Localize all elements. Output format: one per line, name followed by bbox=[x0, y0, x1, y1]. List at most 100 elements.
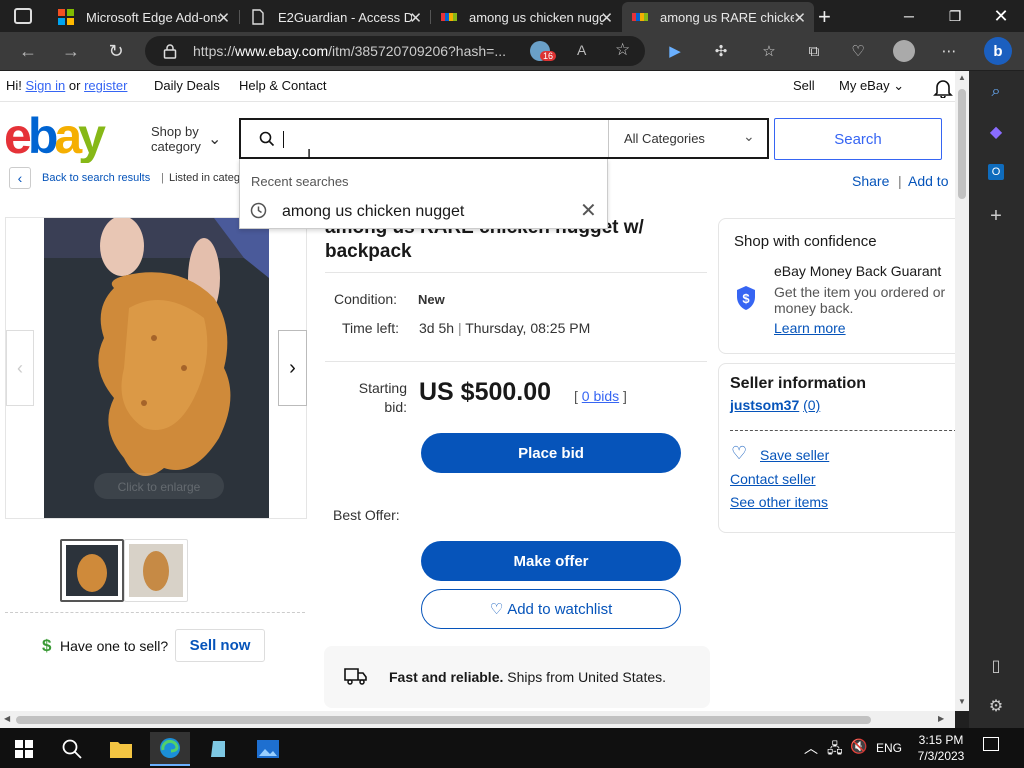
search-input[interactable]: All Categories ⌄ bbox=[239, 118, 769, 159]
seller-name-link[interactable]: justsom37 bbox=[730, 397, 799, 413]
tab-edge-addons[interactable]: Microsoft Edge Add-ons ✕ bbox=[48, 4, 238, 30]
profile-avatar-icon[interactable] bbox=[893, 40, 915, 62]
bing-copilot-icon[interactable]: b bbox=[984, 37, 1012, 65]
scroll-right-icon[interactable]: ▶ bbox=[938, 714, 944, 723]
bids-link[interactable]: 0 bids bbox=[582, 388, 619, 404]
share-link[interactable]: Share bbox=[852, 173, 889, 189]
collections-icon[interactable]: ⧉ bbox=[803, 40, 825, 62]
search-button[interactable]: Search bbox=[774, 118, 942, 160]
ebay-page: Hi! Sign in or register Daily Deals Help… bbox=[0, 71, 955, 711]
sell-now-button[interactable]: Sell now bbox=[175, 629, 265, 662]
scroll-up-icon[interactable]: ▲ bbox=[958, 73, 966, 82]
see-other-items-link[interactable]: See other items bbox=[730, 494, 828, 510]
my-ebay-menu[interactable]: My eBay ⌄ bbox=[839, 78, 904, 94]
recent-searches-dropdown: Recent searches among us chicken nugget … bbox=[239, 159, 608, 229]
seller-info-card: Seller information justsom37 (0) ♡ Save … bbox=[718, 363, 955, 533]
tab-actions-icon[interactable] bbox=[14, 8, 32, 24]
place-bid-button[interactable]: Place bid bbox=[421, 433, 681, 473]
search-icon[interactable] bbox=[52, 732, 92, 766]
shop-confidence-card: Shop with confidence $ eBay Money Back G… bbox=[718, 218, 955, 354]
settings-gear-icon[interactable]: ⚙ bbox=[983, 693, 1009, 719]
close-tab-icon[interactable]: ✕ bbox=[793, 9, 806, 27]
network-icon[interactable]: 🖧 bbox=[827, 738, 843, 762]
thumbnail-2[interactable] bbox=[124, 539, 188, 602]
windows-start-icon[interactable] bbox=[4, 732, 44, 766]
daily-deals-link[interactable]: Daily Deals bbox=[154, 78, 220, 93]
tab-title: E2Guardian - Access De bbox=[278, 9, 412, 25]
sidebar-layout-icon[interactable]: ▯ bbox=[983, 653, 1009, 679]
vertical-scrollbar[interactable]: ▲ ▼ bbox=[955, 71, 969, 711]
ebay-logo[interactable]: ebay bbox=[4, 111, 124, 163]
add-sidebar-app-icon[interactable]: + bbox=[983, 203, 1009, 229]
scroll-left-icon[interactable]: ◀ bbox=[4, 714, 10, 723]
sell-link[interactable]: Sell bbox=[793, 78, 815, 93]
extensions-puzzle-icon[interactable]: ✣ bbox=[710, 40, 732, 62]
volume-muted-icon[interactable]: 🔇 bbox=[850, 738, 867, 755]
search-icon[interactable]: ⌕ bbox=[983, 79, 1009, 105]
shop-by-category-button[interactable]: Shop by category bbox=[151, 124, 201, 154]
listing-title-line-2: backpack bbox=[325, 241, 412, 262]
tab-ebay-listing-active[interactable]: among us RARE chicken ✕ bbox=[622, 2, 814, 32]
end-time: Thursday, 08:25 PM bbox=[465, 320, 591, 336]
shopping-icon[interactable]: ◆ bbox=[983, 119, 1009, 145]
close-window-icon[interactable]: ✕ bbox=[978, 0, 1024, 32]
seller-info-title: Seller information bbox=[730, 375, 867, 392]
edge-browser-icon[interactable] bbox=[150, 732, 190, 766]
restore-icon[interactable]: ❐ bbox=[932, 0, 978, 32]
gallery-next-button[interactable]: › bbox=[278, 330, 307, 406]
tab-title: among us RARE chicken bbox=[660, 9, 794, 25]
category-select[interactable]: All Categories bbox=[624, 131, 705, 146]
refresh-icon[interactable]: ↻ bbox=[103, 39, 129, 63]
add-to-watchlist-link[interactable]: Add to bbox=[908, 173, 948, 189]
back-to-search-link[interactable]: Back to search results bbox=[42, 172, 150, 184]
register-link[interactable]: register bbox=[84, 78, 127, 93]
favorites-icon[interactable]: ☆ bbox=[758, 40, 780, 62]
favorite-star-icon[interactable]: ☆ bbox=[615, 40, 630, 60]
starting-bid-line-1: Starting bbox=[358, 380, 407, 396]
minimize-icon[interactable]: ─ bbox=[886, 0, 932, 32]
more-menu-icon[interactable]: ⋯ bbox=[938, 40, 960, 62]
clock[interactable]: 3:15 PM 7/3/2023 bbox=[912, 732, 970, 764]
new-tab-icon[interactable]: + bbox=[818, 4, 831, 30]
contact-seller-link[interactable]: Contact seller bbox=[730, 471, 816, 487]
read-aloud-icon[interactable]: A bbox=[577, 42, 586, 58]
notification-center-icon[interactable] bbox=[983, 737, 999, 751]
save-seller-link[interactable]: Save seller bbox=[760, 447, 829, 463]
extension-arrow-icon[interactable]: ▶ bbox=[664, 40, 686, 62]
remove-search-close-icon[interactable]: ✕ bbox=[580, 198, 597, 223]
tab-e2guardian[interactable]: E2Guardian - Access De ✕ bbox=[240, 4, 430, 30]
browser-essentials-icon[interactable]: ♡ bbox=[847, 40, 869, 62]
photos-icon[interactable] bbox=[248, 732, 288, 766]
sign-in-link[interactable]: Sign in bbox=[26, 78, 66, 93]
shipping-banner: Fast and reliable. Ships from United Sta… bbox=[324, 646, 710, 708]
close-tab-icon[interactable]: ✕ bbox=[409, 9, 422, 27]
close-tab-icon[interactable]: ✕ bbox=[600, 9, 613, 27]
tab-ebay-search[interactable]: among us chicken nugg ✕ bbox=[431, 4, 621, 30]
scroll-down-icon[interactable]: ▼ bbox=[958, 697, 966, 706]
file-explorer-icon[interactable] bbox=[101, 732, 141, 766]
thumbnail-1[interactable] bbox=[60, 539, 124, 602]
address-bar[interactable]: https://www.ebay.com/itm/385720709206?ha… bbox=[145, 36, 645, 66]
forward-arrow-icon[interactable]: → bbox=[58, 39, 84, 63]
notepad-icon[interactable] bbox=[199, 732, 239, 766]
notification-bell-icon[interactable] bbox=[933, 78, 953, 98]
recent-searches-label: Recent searches bbox=[251, 174, 349, 189]
outlook-icon[interactable]: O bbox=[983, 159, 1009, 185]
show-hidden-icons-chevron[interactable]: ︿ bbox=[804, 738, 818, 758]
gallery-prev-button[interactable]: ‹ bbox=[6, 330, 34, 406]
recent-search-item[interactable]: among us chicken nugget bbox=[282, 203, 464, 221]
learn-more-link[interactable]: Learn more bbox=[774, 320, 846, 336]
price: US $500.00 bbox=[419, 378, 552, 406]
language-indicator[interactable]: ENG bbox=[876, 741, 902, 755]
heart-icon[interactable]: ♡ bbox=[731, 443, 747, 464]
back-chevron-button[interactable]: ‹ bbox=[9, 167, 31, 189]
watchlist-button[interactable]: ♡ Add to watchlist bbox=[421, 589, 681, 629]
main-product-photo[interactable]: Click to enlarge bbox=[44, 218, 269, 518]
close-tab-icon[interactable]: ✕ bbox=[217, 9, 230, 27]
horizontal-scrollbar[interactable]: ◀ ▶ bbox=[0, 711, 955, 728]
help-contact-link[interactable]: Help & Contact bbox=[239, 78, 326, 93]
clock-icon bbox=[250, 202, 267, 219]
make-offer-button[interactable]: Make offer bbox=[421, 541, 681, 581]
back-arrow-icon[interactable]: ← bbox=[15, 39, 41, 63]
seller-feedback-score[interactable]: (0) bbox=[803, 397, 820, 413]
